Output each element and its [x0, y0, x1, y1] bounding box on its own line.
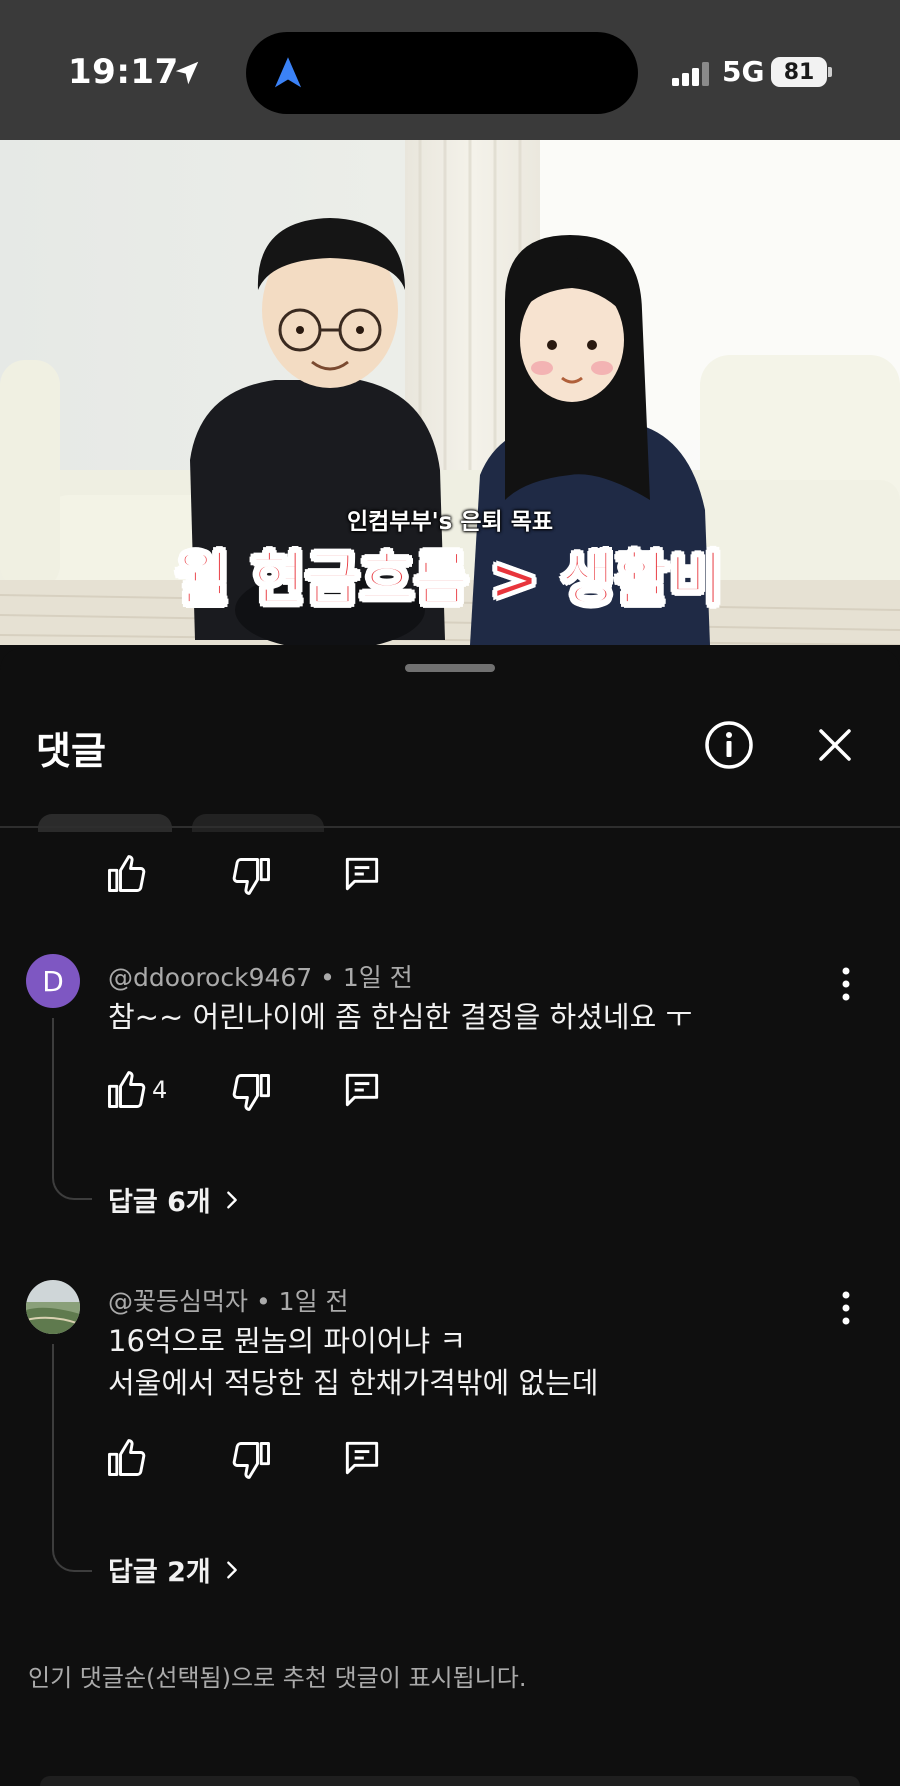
comment-line: 16억으로 뭔놈의 파이어냐 ㅋ — [108, 1324, 467, 1358]
comment-icon[interactable] — [340, 1068, 384, 1112]
status-time: 19:17 — [68, 52, 179, 92]
filter-chip-top[interactable] — [38, 814, 172, 832]
avatar-image — [26, 1280, 80, 1334]
replies-link[interactable]: 답글 6개 — [108, 1180, 243, 1219]
network-type: 5G — [722, 55, 765, 88]
comment-text: 참~~ 어린나이에 좀 한심한 결정을 하셨네요 ㅜ — [108, 996, 692, 1038]
thumbs-up-icon[interactable] — [104, 852, 148, 896]
comment-line: 서울에서 적당한 집 한채가격밖에 없는데 — [108, 1366, 599, 1400]
comment-text: 16억으로 뭔놈의 파이어냐 ㅋ 서울에서 적당한 집 한채가격밖에 없는데 — [108, 1320, 598, 1404]
video-caption-small: 인컴부부's 은퇴 목표 — [346, 509, 554, 535]
close-icon[interactable] — [808, 718, 862, 772]
filter-chip-newest[interactable] — [192, 814, 324, 832]
header-divider — [0, 826, 900, 828]
thumbs-down-icon[interactable] — [230, 1070, 274, 1114]
thread-line — [52, 1018, 92, 1200]
comment-author[interactable]: @ddoorock9467 — [108, 963, 312, 992]
thumbs-down-icon[interactable] — [230, 854, 274, 898]
meta-separator: • — [320, 963, 343, 992]
video-player[interactable]: 인컴부부's 은퇴 목표 월 현금흐름 > 생활비 — [0, 140, 900, 645]
chevron-right-icon — [226, 1190, 237, 1209]
nav-arrow-icon — [274, 57, 302, 88]
dynamic-island — [246, 32, 638, 114]
battery-tip — [828, 67, 832, 77]
more-vert-icon[interactable] — [826, 962, 866, 1006]
comment-line: 참~~ 어린나이에 좀 한심한 결정을 하셨네요 ㅜ — [108, 1000, 693, 1034]
comment-icon[interactable] — [340, 1436, 384, 1480]
battery-indicator: 81 — [771, 57, 827, 87]
meta-separator: • — [255, 1287, 279, 1316]
replies-link[interactable]: 답글 2개 — [108, 1550, 243, 1589]
location-arrow-icon — [175, 61, 199, 85]
comment-meta: @ddoorock9467 • 1일 전 — [108, 958, 413, 994]
signal-icon — [672, 62, 709, 86]
sort-note: 인기 댓글순(선택됨)으로 추천 댓글이 표시됩니다. — [28, 1664, 527, 1692]
replies-label: 답글 6개 — [108, 1187, 211, 1218]
comment-author[interactable]: @꽃등심먹자 — [108, 1287, 248, 1316]
thumbs-down-icon[interactable] — [230, 1438, 274, 1482]
replies-label: 답글 2개 — [108, 1557, 211, 1588]
drag-handle[interactable] — [405, 664, 495, 672]
status-bar: 19:17 5G 81 — [0, 0, 900, 140]
avatar[interactable] — [26, 1280, 80, 1334]
like-count: 4 — [152, 1076, 168, 1104]
chevron-right-icon — [226, 1560, 237, 1579]
comment-meta: @꽃등심먹자 • 1일 전 — [108, 1282, 349, 1318]
more-vert-icon[interactable] — [826, 1286, 866, 1330]
video-caption-big: 월 현금흐름 > 생활비 — [175, 544, 725, 614]
thread-line — [52, 1344, 92, 1572]
avatar[interactable]: D — [26, 954, 80, 1008]
comments-title: 댓글 — [36, 729, 106, 773]
comment-input-peek[interactable] — [40, 1776, 860, 1786]
comments-sheet: 댓글 D @ddoorock9467 • 1일 전 참~~ 어린나이에 좀 한심… — [0, 648, 900, 1786]
comment-icon[interactable] — [340, 852, 384, 896]
comment-time: 1일 전 — [278, 1287, 349, 1316]
thumbs-up-icon[interactable] — [104, 1068, 148, 1112]
thumbs-up-icon[interactable] — [104, 1436, 148, 1480]
comment-time: 1일 전 — [342, 963, 413, 992]
info-icon[interactable] — [702, 718, 756, 772]
screen: 19:17 5G 81 인컴부부's 은퇴 목표 월 현금흐름 > 생활비 댓글… — [0, 0, 900, 1786]
